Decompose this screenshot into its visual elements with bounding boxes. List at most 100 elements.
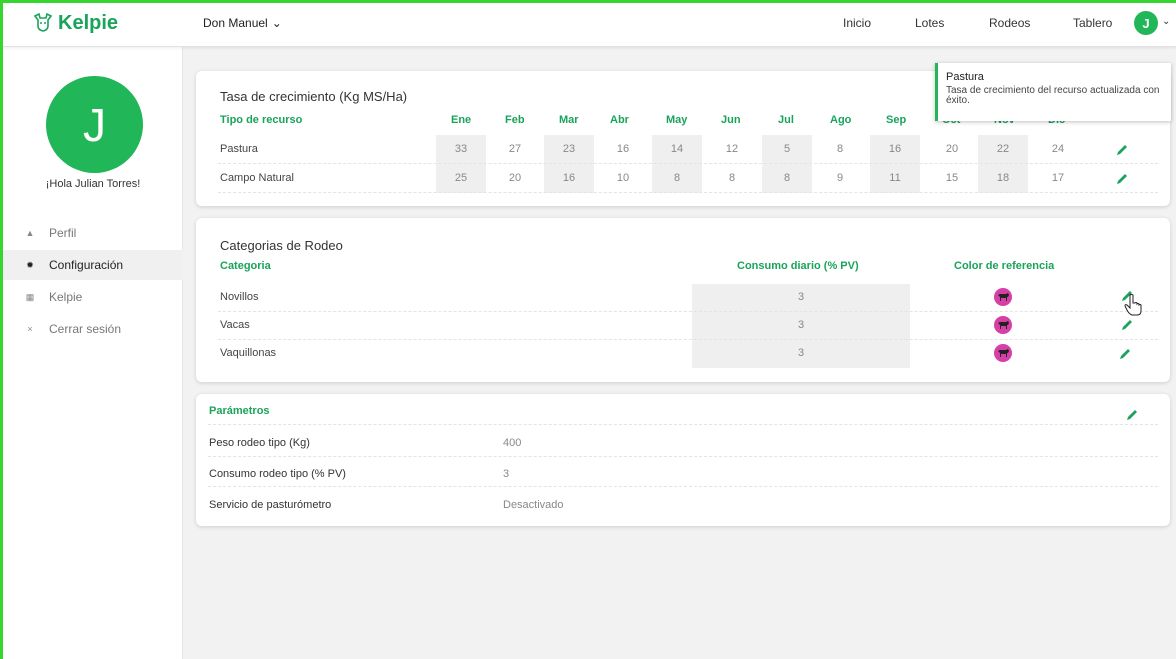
toast-message: Tasa de crecimiento del recurso actualiz…	[946, 85, 1160, 106]
month-header: Ago	[830, 114, 852, 126]
sidebar-item-label: Perfil	[49, 226, 77, 240]
categories-title: Categorias de Rodeo	[220, 238, 343, 253]
growth-value: 8	[673, 172, 681, 184]
growth-value: 8	[836, 143, 844, 155]
consumption-value: 3	[797, 291, 805, 303]
growth-value: 27	[508, 143, 522, 155]
growth-title: Tasa de crecimiento (Kg MS/Ha)	[220, 89, 408, 104]
growth-value: 9	[836, 172, 844, 184]
growth-value: 17	[1051, 172, 1065, 184]
parameters-card: Parámetros Peso rodeo tipo (Kg) 400 Cons…	[196, 394, 1170, 526]
row-divider	[218, 192, 1158, 193]
category-col-header: Categoria	[220, 260, 271, 272]
edit-pastura-pencil-icon[interactable]	[1115, 143, 1129, 157]
growth-header-label: Tipo de recurso	[220, 114, 303, 126]
close-icon: ×	[27, 324, 33, 334]
cow-icon	[994, 316, 1012, 334]
kelpie-logo-icon	[33, 12, 53, 32]
month-header: Abr	[610, 114, 629, 126]
success-toast: Pastura Tasa de crecimiento del recurso …	[935, 63, 1171, 121]
greeting: ¡Hola Julian Torres!	[45, 178, 141, 190]
growth-value: 15	[945, 172, 959, 184]
sidebar: J ¡Hola Julian Torres! ▲ Perfil ✹ Config…	[3, 47, 183, 659]
month-header: Feb	[505, 114, 525, 126]
growth-value: 23	[562, 143, 576, 155]
growth-value: 25	[454, 172, 468, 184]
establishment-name: Don Manuel	[203, 16, 268, 30]
param-label: Servicio de pasturómetro	[209, 499, 332, 511]
row-divider	[218, 339, 1158, 340]
kelpie-logo[interactable]: Kelpie	[32, 10, 118, 36]
hand-cursor-icon	[1124, 294, 1142, 316]
sidebar-item-configuracion[interactable]: ✹ Configuración	[3, 250, 183, 280]
sidebar-item-perfil[interactable]: ▲ Perfil	[3, 218, 183, 248]
chevron-down-icon: ⌄	[271, 16, 282, 30]
color-col-header: Color de referencia	[954, 260, 1055, 272]
consumption-value: 3	[797, 347, 805, 359]
resource-label: Pastura	[220, 143, 258, 155]
growth-value: 24	[1051, 143, 1065, 155]
month-header: Jun	[721, 114, 741, 126]
toast-title: Pastura	[946, 71, 984, 83]
person-icon: ▲	[25, 228, 35, 238]
edit-vacas-pencil-icon[interactable]	[1120, 318, 1134, 332]
param-value: Desactivado	[503, 499, 564, 511]
growth-value: 14	[670, 143, 684, 155]
edit-vaquillonas-pencil-icon[interactable]	[1118, 347, 1132, 361]
growth-value: 33	[454, 143, 468, 155]
growth-value: 5	[783, 143, 791, 155]
nav-inicio[interactable]: Inicio	[843, 16, 871, 30]
growth-value: 10	[616, 172, 630, 184]
growth-value: 16	[888, 143, 902, 155]
row-divider	[208, 486, 1158, 487]
gear-icon: ✹	[26, 259, 34, 270]
row-divider	[208, 456, 1158, 457]
growth-value: 22	[996, 143, 1010, 155]
growth-value: 18	[996, 172, 1010, 184]
growth-value: 16	[562, 172, 576, 184]
nav-lotes[interactable]: Lotes	[915, 16, 944, 30]
growth-value: 20	[945, 143, 959, 155]
month-header: Jul	[778, 114, 794, 126]
row-divider	[218, 311, 1158, 312]
param-label: Consumo rodeo tipo (% PV)	[209, 468, 346, 480]
sidebar-item-cerrar-sesion[interactable]: × Cerrar sesión	[3, 314, 183, 344]
month-header: Ene	[451, 114, 472, 126]
growth-value: 12	[725, 143, 739, 155]
category-label: Novillos	[220, 291, 259, 303]
nav-tablero[interactable]: Tablero	[1073, 16, 1112, 30]
growth-value: 20	[508, 172, 522, 184]
consumption-value: 3	[797, 319, 805, 331]
growth-value: 8	[783, 172, 791, 184]
row-divider	[218, 163, 1158, 164]
month-header: Sep	[886, 114, 907, 126]
building-icon: ▦	[25, 291, 35, 302]
establishment-selector[interactable]: Don Manuel ⌄	[203, 16, 282, 30]
user-menu-chevron-icon[interactable]: ⌄	[1162, 16, 1170, 27]
top-bar: Kelpie Don Manuel ⌄ Inicio Lotes Rodeos …	[0, 0, 1176, 47]
category-label: Vaquillonas	[220, 347, 277, 359]
month-header: May	[666, 114, 688, 126]
growth-value: 8	[728, 172, 736, 184]
param-label: Peso rodeo tipo (Kg)	[209, 437, 310, 449]
param-value: 3	[503, 468, 510, 480]
sidebar-item-label: Kelpie	[49, 290, 83, 304]
edit-campo-natural-pencil-icon[interactable]	[1115, 172, 1129, 186]
nav-rodeos[interactable]: Rodeos	[989, 16, 1030, 30]
categories-card: Categorias de Rodeo Categoria Consumo di…	[196, 218, 1170, 382]
resource-label: Campo Natural	[220, 172, 294, 184]
user-avatar[interactable]: J	[1134, 11, 1158, 35]
cow-icon	[994, 344, 1012, 362]
sidebar-item-label: Cerrar sesión	[49, 322, 122, 336]
profile-avatar: J	[46, 76, 143, 173]
parameters-title: Parámetros	[209, 405, 270, 417]
consumption-col-header: Consumo diario (% PV)	[737, 260, 859, 272]
row-divider	[208, 424, 1158, 425]
edit-parameters-pencil-icon[interactable]	[1125, 408, 1139, 422]
cow-icon	[994, 288, 1012, 306]
brand-name: Kelpie	[58, 11, 119, 34]
param-value: 400	[503, 437, 522, 449]
sidebar-item-kelpie[interactable]: ▦ Kelpie	[3, 282, 183, 312]
month-header: Mar	[559, 114, 579, 126]
growth-value: 11	[889, 172, 901, 184]
